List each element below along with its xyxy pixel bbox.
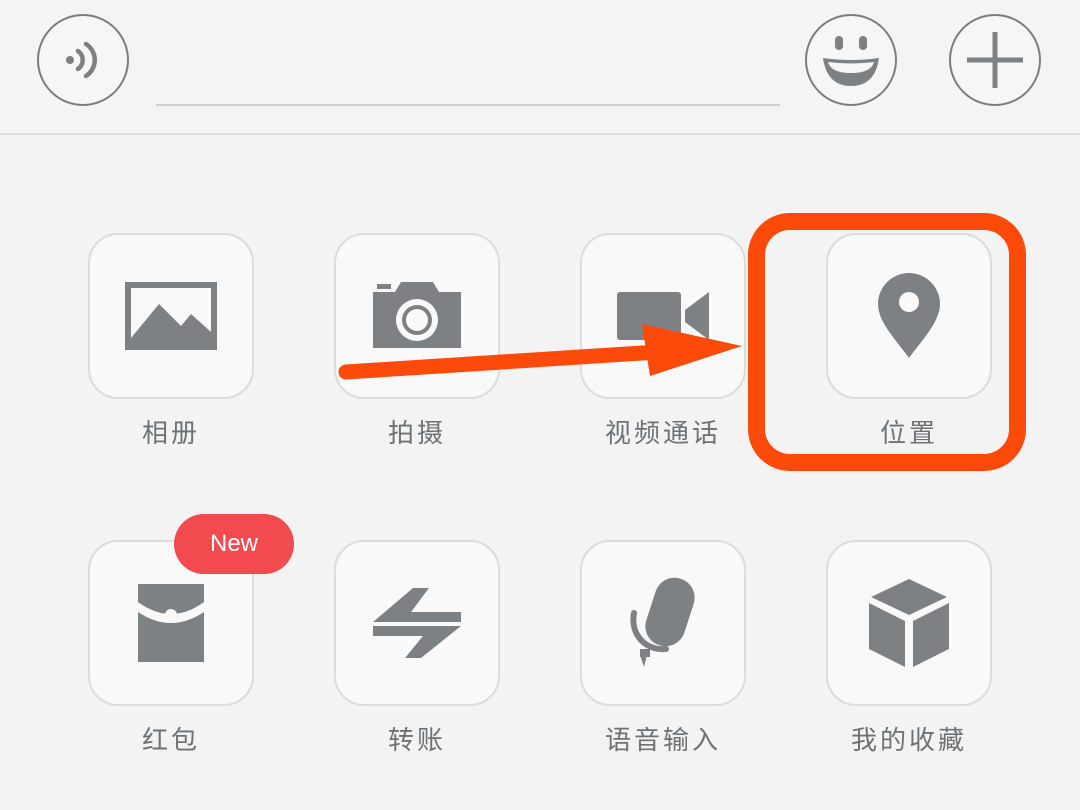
grid-item-location[interactable]: 位置 (826, 233, 996, 450)
grid-item-label: 红包 (141, 726, 200, 756)
grid-item-label: 视频通话 (604, 419, 721, 449)
emoji-button[interactable] (805, 14, 897, 106)
video-call-tile[interactable] (580, 233, 746, 399)
chat-input-bar (0, 0, 1080, 135)
location-tile[interactable] (826, 233, 992, 399)
grid-item-video-call[interactable]: 视频通话 (580, 233, 750, 450)
image-icon (125, 282, 217, 350)
more-button[interactable] (949, 14, 1041, 106)
transfer-tile[interactable] (334, 540, 500, 706)
grid-item-transfer[interactable]: 转账 (334, 540, 504, 757)
album-tile[interactable] (88, 233, 254, 399)
transfer-icon (373, 588, 461, 658)
smiley-icon (823, 36, 879, 86)
grid-item-favorites[interactable]: 我的收藏 (826, 540, 996, 757)
grid-item-label: 位置 (879, 419, 938, 449)
grid-item-label: 我的收藏 (850, 726, 967, 756)
grid-item-label: 相册 (141, 419, 200, 449)
message-input[interactable] (156, 40, 780, 106)
location-pin-icon (878, 273, 940, 358)
camera-icon (373, 282, 461, 348)
voice-toggle-button[interactable] (37, 14, 129, 106)
grid-item-label: 转账 (387, 726, 446, 756)
grid-item-voice-input[interactable]: 语音输入 (580, 540, 750, 757)
voice-icon (66, 41, 97, 79)
red-packet-icon (138, 584, 204, 662)
grid-item-album[interactable]: 相册 (88, 233, 258, 450)
camera-tile[interactable] (334, 233, 500, 399)
grid-item-label: 语音输入 (604, 726, 721, 756)
favorites-tile[interactable] (826, 540, 992, 706)
grid-item-camera[interactable]: 拍摄 (334, 233, 504, 450)
grid-item-label: 拍摄 (387, 419, 446, 449)
cube-icon (869, 579, 949, 667)
video-camera-icon (617, 292, 709, 340)
microphone-icon (630, 577, 695, 667)
new-badge: New (174, 514, 294, 574)
voice-input-tile[interactable] (580, 540, 746, 706)
plus-icon (967, 32, 1023, 88)
